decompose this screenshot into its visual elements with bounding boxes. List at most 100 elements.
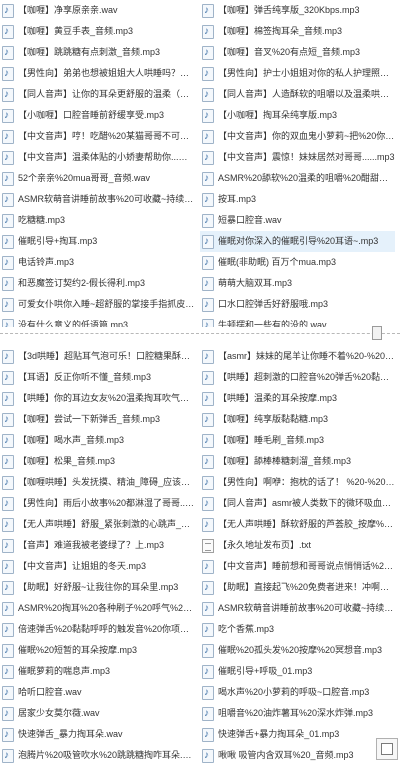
file-item[interactable]: 催眠(非助眠) 百万个mua.mp3 [200,252,395,273]
audio-file-icon [202,349,214,364]
file-item[interactable]: 【小咖喱】掏耳朵纯享版.mp3 [200,105,395,126]
file-item[interactable]: 【咖喱】棉签掏耳朵_音频.mp3 [200,21,395,42]
file-item[interactable]: 【咖喱】净享原亲亲.wav [0,0,195,21]
file-name: 【咖喱】跳跳糖有点刺激_音频.mp3 [18,47,161,57]
file-item[interactable]: 催眠%20短暂的耳朵按摩.mp3 [0,640,195,661]
file-item[interactable]: 咀嚼音%20油炸薯耳%20深水炸弹.mp3 [200,703,395,724]
file-item[interactable]: 【咖喱】睡毛刷_音频.mp3 [200,430,395,451]
file-item[interactable]: 居家少女莫尔薇.wav [0,703,195,724]
file-name: 【中文音声】睡前想和哥哥说点悄悄话%20-... [218,561,395,571]
file-item[interactable]: 【永久地址发布页】.txt [200,535,395,556]
file-item[interactable]: 【咖喱】喝水声_音频.mp3 [0,430,195,451]
file-item[interactable]: 【中文音声】温柔体贴的小娇妻帮助你...安慰... [0,147,195,168]
file-item[interactable]: 【中文音声】你的双血鬼小萝莉~把%20你的... [200,126,395,147]
file-item[interactable]: 【同人音声】人造酥软的咀嚼以及温柔哄睡（... [200,84,395,105]
file-item[interactable]: 快速弹舌_暴力掏耳朵.wav [0,724,195,745]
file-name: 【哄睡】温柔的耳朵按摩.mp3 [218,393,338,403]
page-divider [0,333,400,334]
file-item[interactable]: 【3d哄睡】超贴耳气泡可乐！口腔糖果酥软升... [0,346,195,367]
file-name: 【中文音声】温柔体贴的小娇妻帮助你...安慰... [18,152,195,162]
file-item[interactable]: 【男性向】护士小姐姐对你的私人护理照顾%... [200,63,395,84]
file-item[interactable]: 【咖喱】尝试一下新弹舌_音频.mp3 [0,409,195,430]
file-item[interactable]: 喝水声%20小萝莉的呼吸~口腔音.mp3 [200,682,395,703]
file-name: 【中文音声】让姐姐的冬天.mp3 [18,561,147,571]
file-item[interactable]: 【同人音声】让你的耳朵更舒服的温柔（男性向... [0,84,195,105]
file-item[interactable]: 萌萌大脑双耳.mp3 [200,273,395,294]
file-item[interactable]: 【咖喱】纯享版黏黏糖.mp3 [200,409,395,430]
file-item[interactable]: 【同人音声】asmr被人类数下的微环吸血鬼%... [200,493,395,514]
file-item[interactable]: 短暴口腔音.wav [200,210,395,231]
audio-file-icon [2,580,14,595]
file-item[interactable]: 【哄睡】你的耳边女友%20温柔掏耳吹气晚安... [0,388,195,409]
file-item[interactable]: 【咖喱】黄豆手表_音频.mp3 [0,21,195,42]
file-name: 【小咖喱】口腔音睡前舒缓享受.mp3 [18,110,165,120]
file-item[interactable]: 【咖喱】舔棒棒糖刺溜_音频.mp3 [200,451,395,472]
file-item[interactable]: 【咖喱哄睡】头发抚摸、精油_障碍_应该是这... [0,472,195,493]
audio-file-icon [2,24,14,39]
file-item[interactable]: 【小咖喱】口腔音睡前舒缓享受.mp3 [0,105,195,126]
audio-file-icon [202,24,214,39]
audio-file-icon [202,108,214,123]
file-item[interactable]: 按耳.mp3 [200,189,395,210]
file-item[interactable]: 吃个香蕉.mp3 [200,619,395,640]
file-item[interactable]: 没有什么意义的低语篇.mp3 [0,315,195,327]
file-name: 【男性向】弟弟也想被姐姐大人哄睡吗？%20... [18,68,195,78]
file-item[interactable]: 【咖喱】跳跳糖有点刺激_音频.mp3 [0,42,195,63]
file-item[interactable]: 哈听口腔音.wav [0,682,195,703]
file-item[interactable]: 催眠引导+呼吸_01.mp3 [200,661,395,682]
file-item[interactable]: 【咖喱】音叉%20有点短_音频.mp3 [200,42,395,63]
file-item[interactable]: 【助眠】直接起飞%20免费者进来！冲啊！... [200,577,395,598]
file-item[interactable]: ASMR软萌音讲睡前故事%20可收藏~持续更... [200,598,395,619]
file-item[interactable]: 可爱女仆哄你入睡~超舒服的掌接手指抓皮声... [0,294,195,315]
file-item[interactable]: 【咖喱】松果_音频.mp3 [0,451,195,472]
file-item[interactable]: 催眠%20孤头发%20按摩%20冥想音.mp3 [200,640,395,661]
audio-file-icon [2,66,14,81]
audio-file-icon [202,727,214,742]
file-item[interactable]: 52个亲亲%20mua哥哥_音频.wav [0,168,195,189]
file-item[interactable]: 【音声】难道我被老婆绿了？上.mp3 [0,535,195,556]
file-column-right: 【咖喱】弹舌纯享版_320Kbps.mp3 【咖喱】棉签掏耳朵_音频.mp3 【咖喱… [200,0,395,327]
file-name: 【asmr】妹妹的尾羊让你睡不着%20-%201... [218,351,395,361]
file-item[interactable]: 【男性向】雨后小故事%20都淋湿了哥哥...不... [0,493,195,514]
file-item[interactable]: 电话铃声.mp3 [0,252,195,273]
file-item[interactable]: ASMR%20舔软%20温柔的咀嚼%20酣甜的你... [200,168,395,189]
file-item[interactable]: 【哄睡】超刺激的口腔音%20弹舌%20黏黏糖... [200,367,395,388]
file-item[interactable]: ASMR软萌音讲睡前故事%20可收藏~持续更... [0,189,195,210]
file-item[interactable]: 【耳语】反正你听不懂_音频.mp3 [0,367,195,388]
audio-file-icon [2,496,14,511]
file-item[interactable]: 倍速弹舌%20黏黏呼呼的触发音%20你项的住... [0,619,195,640]
file-item[interactable]: 牛顿摆和一些有的没的.wav [200,315,395,327]
file-name: 【中文音声】震惊！妹妹居然对哥哥......mp3 [218,152,395,162]
audio-file-icon [202,129,214,144]
audio-file-icon [202,255,214,270]
file-item[interactable]: 【助眠】好舒服~让我往你的耳朵里.mp3 [0,577,195,598]
window-corner-icon[interactable] [376,738,398,760]
file-item[interactable]: 【无人声哄睡】舒服_紧张刺激的心跳声_咚~... [0,514,195,535]
audio-file-icon [202,685,214,700]
file-item[interactable]: 【中文音声】睡前想和哥哥说点悄悄话%20-... [200,556,395,577]
file-item[interactable]: 【asmr】妹妹的尾羊让你睡不着%20-%201... [200,346,395,367]
file-name: 催眠%20孤头发%20按摩%20冥想音.mp3 [218,645,383,655]
file-item[interactable]: 【中文音声】哼！吃醋%20某猫哥哥不可以喜... [0,126,195,147]
file-item[interactable]: 【无人声哄睡】酥软舒服的芦荟胶_按摩%20-... [200,514,395,535]
file-item[interactable]: 催眠对你深入的催眠引导%20耳语~.mp3 [200,231,395,252]
file-item[interactable]: 催眠引导+掏耳.mp3 [0,231,195,252]
page-marker-icon [372,326,382,340]
file-item[interactable]: 【哄睡】温柔的耳朵按摩.mp3 [200,388,395,409]
file-item[interactable]: 【中文音声】让姐姐的冬天.mp3 [0,556,195,577]
file-item[interactable]: 吃糖糖.mp3 [0,210,195,231]
file-item[interactable]: 【咖喱】弹舌纯享版_320Kbps.mp3 [200,0,395,21]
file-item[interactable]: ASMR%20掏耳%20各种刷子%20呼气%20晚... [0,598,195,619]
file-item[interactable]: 催眠萝莉的喘息声.mp3 [0,661,195,682]
file-item[interactable]: 啾啾 吸管内含双耳%20_音频.mp3 [200,745,395,763]
file-name: 牛顿摆和一些有的没的.wav [218,320,327,327]
file-item[interactable]: 【男性向】弟弟也想被姐姐大人哄睡吗？%20... [0,63,195,84]
file-item[interactable]: 快速弹舌+暴力掏耳朵_01.mp3 [200,724,395,745]
file-item[interactable]: 【中文音声】震惊！妹妹居然对哥哥......mp3 [200,147,395,168]
file-item[interactable]: 和恶魔签订契约2-假长得利.mp3 [0,273,195,294]
file-name: 和恶魔签订契约2-假长得利.mp3 [18,278,146,288]
file-item[interactable]: 口水口腔弹舌好舒服哦.mp3 [200,294,395,315]
file-item[interactable]: 泡腾片%20吸管吹水%20跳跳糖掏咋耳朵.mp3 [0,745,195,763]
audio-file-icon [2,517,14,532]
file-item[interactable]: 【男性向】啊咿：抱枕的话了！ %20-%201... [200,472,395,493]
